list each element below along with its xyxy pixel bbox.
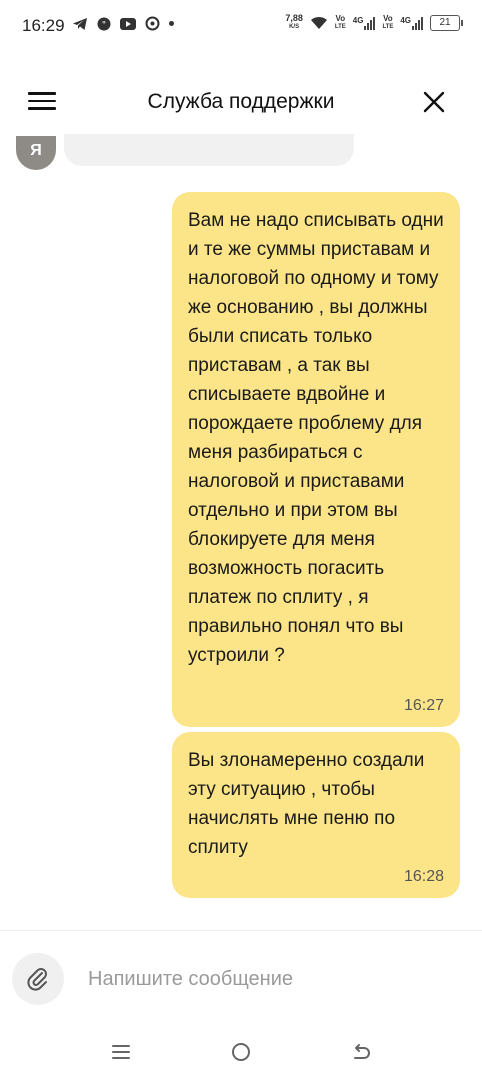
app-icon (145, 16, 160, 31)
quote-icon: " (97, 17, 111, 30)
close-icon (423, 91, 445, 113)
system-indicators: 7,88 K/S Vo LTE 4G Vo LTE 4G 21 (285, 13, 463, 32)
close-button[interactable] (422, 90, 446, 114)
chat-area[interactable]: Я Вам не надо списывать одни и те же сум… (0, 134, 482, 924)
incoming-message-bubble[interactable] (64, 134, 354, 166)
status-bar: 16:29 " 7,88 K/S Vo LTE 4G Vo LTE 4G 21 (0, 0, 482, 52)
page-title: Служба поддержки (147, 90, 335, 113)
wifi-icon (310, 16, 327, 29)
svg-text:": " (102, 20, 106, 30)
recent-apps-icon (112, 1045, 130, 1059)
notification-icons: " (72, 16, 174, 31)
back-icon (354, 1044, 370, 1059)
more-notifications-dot (169, 21, 174, 26)
home-icon (232, 1043, 250, 1061)
message-composer (0, 930, 482, 1021)
youtube-icon (120, 17, 136, 30)
message-text: Вы злонамеренно создали эту ситуацию , ч… (188, 750, 425, 858)
telegram-icon (73, 17, 87, 30)
battery-icon: 21 (430, 15, 463, 31)
outgoing-message[interactable]: Вы злонамеренно создали эту ситуацию , ч… (172, 732, 460, 898)
sim1-volte: Vo LTE (334, 14, 346, 30)
attach-button[interactable] (12, 953, 64, 1005)
status-time: 16:29 (22, 16, 65, 35)
message-time: 16:28 (403, 868, 444, 885)
sim2-signal-icon: 4G (400, 16, 423, 30)
app-header: Служба поддержки (0, 70, 482, 134)
message-time: 16:27 (403, 697, 444, 714)
outgoing-message[interactable]: Вам не надо списывать одни и те же суммы… (172, 192, 460, 727)
back-button[interactable] (346, 1040, 376, 1064)
home-button[interactable] (226, 1040, 256, 1064)
recent-apps-button[interactable] (106, 1040, 136, 1064)
sim2-volte: Vo LTE (382, 14, 394, 30)
network-speed: 7,88 K/S (285, 13, 303, 31)
paperclip-icon (27, 968, 47, 991)
message-text: Вам не надо списывать одни и те же суммы… (188, 210, 444, 666)
support-avatar: Я (16, 136, 56, 170)
sim1-signal-icon: 4G (353, 16, 376, 30)
system-nav-bar (0, 1026, 482, 1080)
message-input[interactable] (86, 961, 450, 997)
